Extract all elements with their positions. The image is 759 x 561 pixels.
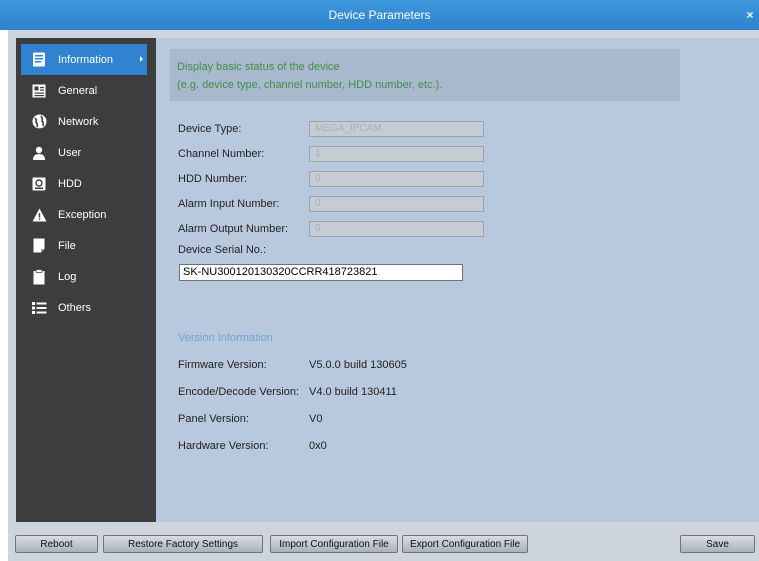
sidebar-item-hdd[interactable]: HDD [16, 168, 156, 199]
encode-decode-version-label: Encode/Decode Version: [178, 386, 300, 398]
alarm-output-field: 0 [309, 221, 484, 237]
sidebar-item-others[interactable]: Others [16, 292, 156, 323]
alarm-output-label: Alarm Output Number: [178, 223, 289, 235]
device-type-label: Device Type: [178, 123, 242, 135]
file-icon [26, 238, 52, 253]
info-line-1: Display basic status of the device [177, 61, 340, 73]
channel-number-field: 1 [309, 146, 484, 162]
hardware-version-value: 0x0 [309, 440, 327, 452]
save-button[interactable]: Save [680, 535, 755, 553]
sidebar-item-information[interactable]: Information [21, 44, 147, 75]
log-icon [26, 268, 52, 285]
sidebar-item-label: Others [58, 301, 92, 314]
encode-decode-version-value: V4.0 build 130411 [309, 386, 397, 398]
bottom-toolbar: Reboot Restore Factory Settings Import C… [8, 522, 759, 561]
channel-number-label: Channel Number: [178, 148, 265, 160]
device-type-field: MEGA_IPCAM [309, 121, 484, 137]
user-icon [26, 146, 52, 160]
general-icon [26, 84, 52, 98]
sidebar-item-label: Exception [58, 208, 107, 221]
others-icon [26, 301, 52, 314]
sidebar-item-exception[interactable]: Exception [16, 199, 156, 230]
hdd-number-field: 0 [309, 171, 484, 187]
sidebar: Information General Network User HDD Exc… [16, 38, 156, 522]
sidebar-item-label: HDD [58, 177, 82, 190]
panel-version-value: V0 [309, 413, 323, 425]
sidebar-item-label: Log [58, 270, 77, 283]
hdd-icon [26, 177, 52, 191]
serial-number-label: Device Serial No.: [178, 244, 267, 256]
sidebar-item-log[interactable]: Log [16, 261, 156, 292]
firmware-version-value: V5.0.0 build 130605 [309, 359, 407, 371]
sidebar-item-network[interactable]: Network [16, 106, 156, 137]
info-description-box: Display basic status of the device (e.g.… [170, 49, 680, 101]
sidebar-item-general[interactable]: General [16, 75, 156, 106]
hdd-number-label: HDD Number: [178, 173, 248, 185]
import-configuration-file-button[interactable]: Import Configuration File [270, 535, 398, 553]
sidebar-item-label: General [58, 84, 98, 97]
sidebar-item-user[interactable]: User [16, 137, 156, 168]
sidebar-item-label: User [58, 146, 82, 159]
alarm-input-field: 0 [309, 196, 484, 212]
sidebar-item-label: File [58, 239, 76, 252]
exception-icon [26, 208, 52, 222]
network-icon [26, 114, 52, 129]
chevron-right-icon [140, 56, 143, 62]
sidebar-item-file[interactable]: File [16, 230, 156, 261]
firmware-version-label: Firmware Version: [178, 359, 267, 371]
dialog-body: Information General Network User HDD Exc… [8, 30, 759, 561]
close-icon[interactable]: × [743, 0, 757, 30]
info-line-2: (e.g. device type, channel number, HDD n… [177, 79, 443, 91]
export-configuration-file-button[interactable]: Export Configuration File [402, 535, 528, 553]
restore-factory-settings-button[interactable]: Restore Factory Settings [103, 535, 263, 553]
window-title: Device Parameters [328, 8, 431, 22]
sidebar-item-label: Information [58, 53, 114, 66]
sidebar-item-label: Network [58, 115, 99, 128]
version-information-title: Version Information [178, 332, 273, 344]
information-icon [26, 52, 52, 67]
reboot-button[interactable]: Reboot [15, 535, 98, 553]
serial-number-field[interactable]: SK-NU300120130320CCRR418723821 [179, 264, 463, 281]
title-bar: Device Parameters × [0, 0, 759, 30]
alarm-input-label: Alarm Input Number: [178, 198, 280, 210]
content-panel: Display basic status of the device (e.g.… [156, 38, 759, 522]
panel-version-label: Panel Version: [178, 413, 249, 425]
hardware-version-label: Hardware Version: [178, 440, 269, 452]
